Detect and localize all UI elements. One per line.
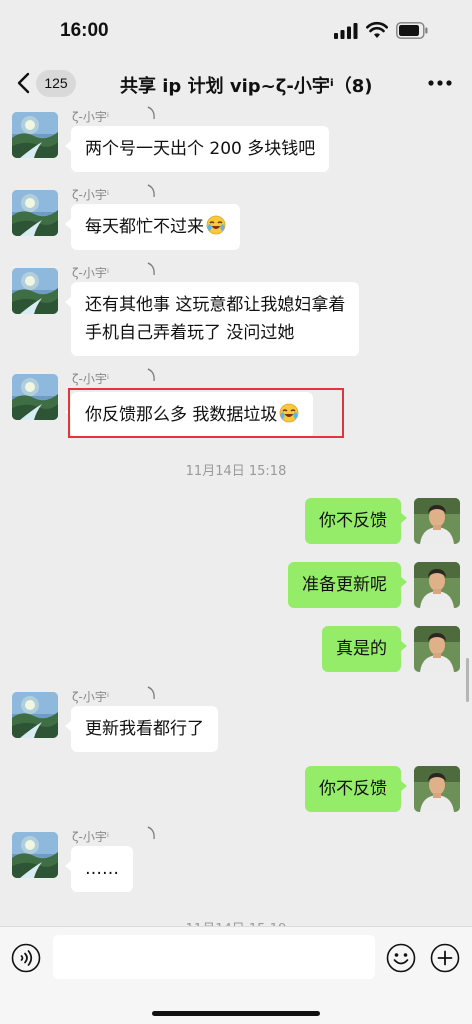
battery-icon — [396, 22, 428, 39]
emoji-picker-icon[interactable] — [386, 943, 416, 973]
status-time: 16:00 — [60, 20, 109, 41]
message-bubble[interactable]: 你不反馈 — [305, 498, 407, 544]
sender-name: ζ-小宇ⁱ — [72, 110, 110, 124]
my-avatar[interactable] — [414, 498, 460, 544]
message-text-line: 手机自己弄着玩了 没问过她 — [85, 323, 295, 343]
message-text: 真是的 — [336, 639, 387, 659]
message-text: 你不反馈 — [319, 511, 387, 531]
message-bubble[interactable]: 两个号一天出个 200 多块钱吧 — [64, 126, 330, 172]
sender-name: ζ-小宇ⁱ — [72, 690, 110, 704]
message-bubble[interactable]: …… — [65, 846, 133, 892]
sender-name: ζ-小宇ⁱ — [72, 372, 110, 386]
message-bubble[interactable]: 真是的 — [322, 626, 407, 672]
time-separator: 11月14日 15:18 — [185, 464, 287, 479]
sender-name: ζ-小宇ⁱ — [72, 830, 110, 844]
message-text: 两个号一天出个 200 多块钱吧 — [85, 139, 316, 159]
home-indicator — [152, 1011, 320, 1016]
sender-tag-icon — [146, 368, 158, 382]
highlight-box — [68, 388, 344, 438]
sender-tag-icon — [146, 686, 158, 700]
message-bubble[interactable]: 更新我看都行了 — [65, 706, 218, 752]
sender-tag-icon — [146, 106, 158, 120]
chat-title: 共享 ip 计划 vip~ζ-小宇ⁱ（8) — [120, 76, 373, 97]
signal-icon — [334, 23, 358, 39]
status-bar: 16:00 — [0, 0, 472, 60]
sender-tag-icon — [146, 184, 158, 198]
sender-name: ζ-小宇ⁱ — [72, 188, 110, 202]
sender-name: ζ-小宇ⁱ — [72, 266, 110, 280]
message-bubble[interactable]: 每天都忙不过来 — [65, 204, 240, 250]
message-text: 你不反馈 — [319, 779, 387, 799]
sender-avatar[interactable] — [12, 268, 58, 314]
message-bubble[interactable]: 准备更新呢 — [288, 562, 407, 608]
message-bubble[interactable]: 你不反馈 — [305, 766, 407, 812]
sob-laugh-emoji-icon — [206, 215, 226, 235]
message-text: 准备更新呢 — [302, 575, 387, 595]
sender-avatar[interactable] — [12, 190, 58, 236]
message-bubble[interactable]: 还有其他事 这玩意都让我媳妇拿着 手机自己弄着玩了 没问过她 — [64, 282, 360, 356]
message-input[interactable] — [53, 935, 375, 979]
message-text-line: 还有其他事 这玩意都让我媳妇拿着 — [85, 295, 346, 315]
sender-tag-icon — [146, 262, 158, 276]
message-text: 更新我看都行了 — [85, 719, 204, 739]
sender-avatar[interactable] — [12, 374, 58, 420]
message-input-bar — [0, 926, 472, 1024]
message-text: …… — [85, 859, 119, 879]
voice-input-icon[interactable] — [11, 943, 41, 973]
unread-count-badge[interactable]: 125 — [36, 70, 76, 97]
sender-tag-icon — [146, 826, 158, 840]
chat-header: 125 共享 ip 计划 vip~ζ-小宇ⁱ（8) — [0, 60, 472, 106]
more-options-icon[interactable] — [428, 80, 452, 86]
more-functions-plus-icon[interactable] — [430, 943, 460, 973]
my-avatar[interactable] — [414, 562, 460, 608]
wifi-icon — [366, 21, 388, 38]
message-text: 每天都忙不过来 — [85, 217, 204, 237]
scrollbar[interactable] — [466, 658, 469, 702]
chat-message-list[interactable]: ζ-小宇ⁱ 两个号一天出个 200 多块钱吧 ζ-小宇ⁱ 每天都忙不过来 ζ-小… — [0, 106, 472, 928]
sender-avatar[interactable] — [12, 112, 58, 158]
my-avatar[interactable] — [414, 766, 460, 812]
sender-avatar[interactable] — [12, 692, 58, 738]
my-avatar[interactable] — [414, 626, 460, 672]
sender-avatar[interactable] — [12, 832, 58, 878]
back-chevron-icon[interactable] — [12, 68, 38, 98]
